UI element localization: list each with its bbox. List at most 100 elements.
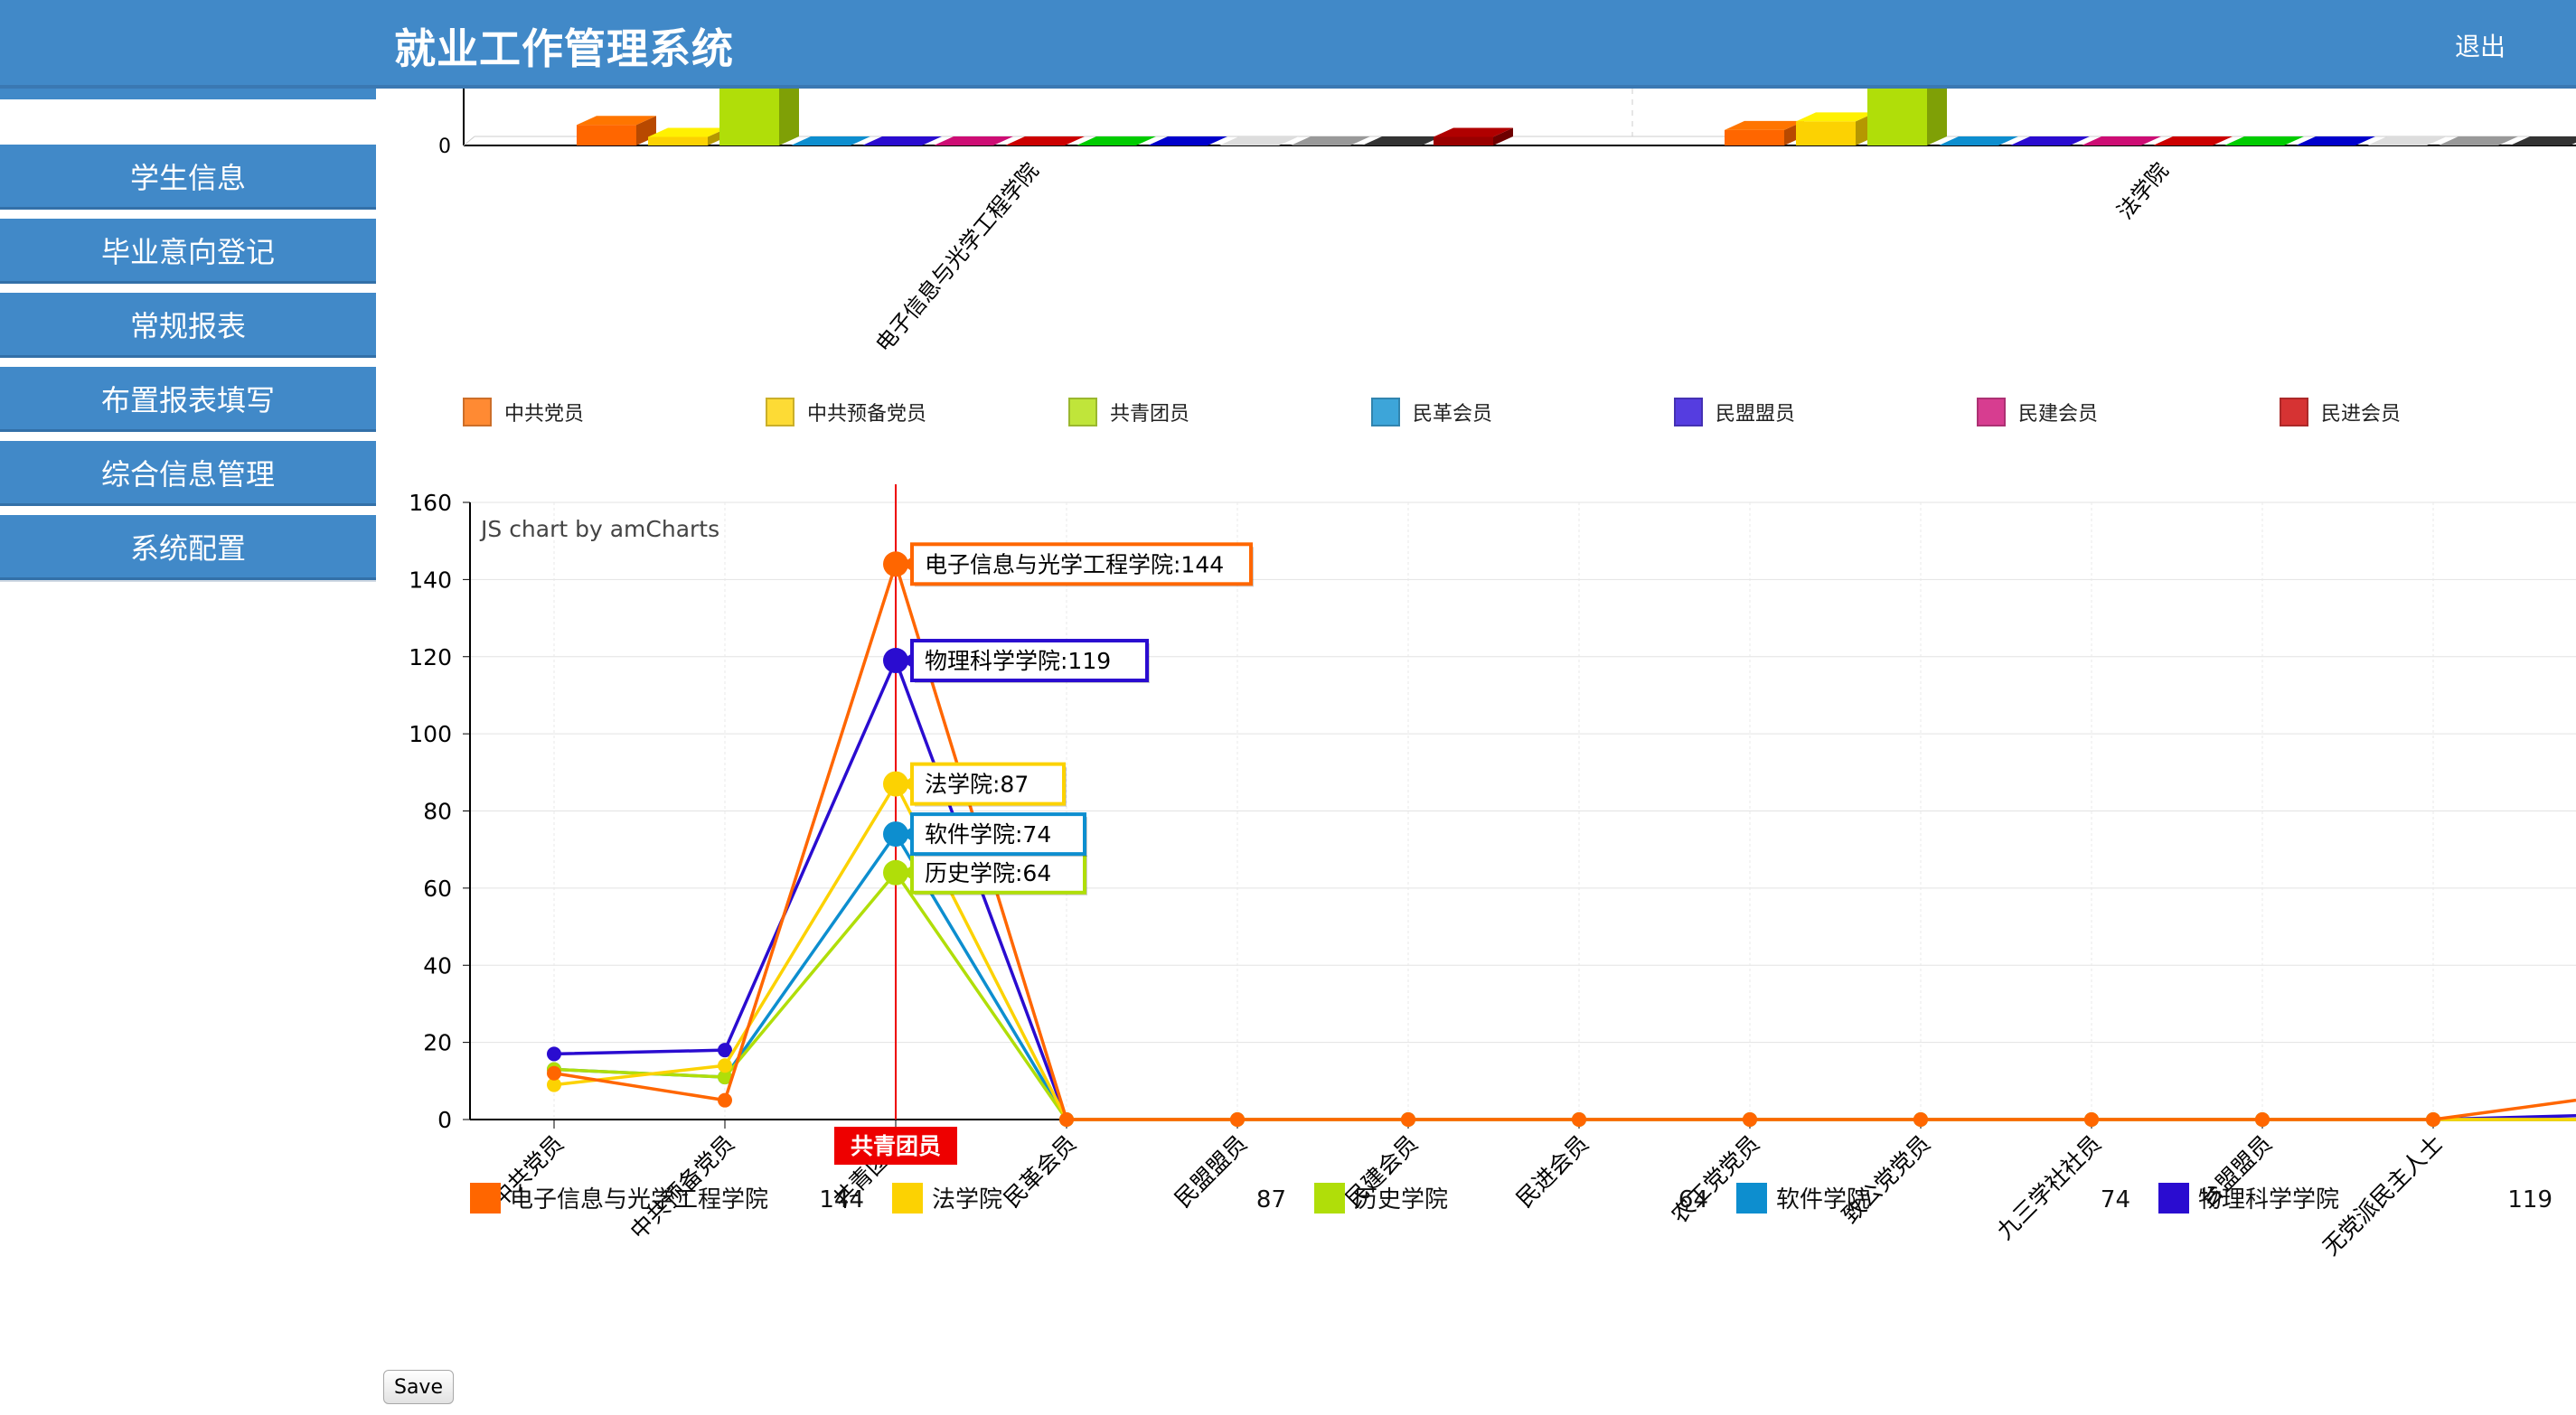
line-x-tick-label: 九三学社社员 — [1992, 1130, 2107, 1245]
line-y-tick-label: 40 — [423, 952, 452, 979]
bar-y-tick-label: 0 — [438, 136, 451, 158]
line-legend-item[interactable]: 法学院 87 — [892, 1183, 1286, 1214]
bar-segment-flat — [862, 136, 942, 145]
line-legend-label: 软件学院 — [1776, 1186, 1870, 1214]
sidebar-item-student-info[interactable]: 学生信息 — [0, 145, 376, 210]
legend-label: 民革会员 — [1413, 403, 1493, 426]
bar-segment-flat — [1291, 136, 1370, 145]
legend-item[interactable]: 共青团员 — [1068, 398, 1189, 426]
bar-segment — [719, 89, 779, 145]
app-title: 就业工作管理系统 — [394, 24, 734, 73]
sidebar-item-label: 布置报表填写 — [100, 382, 275, 417]
line-x-tick-label: 民革会员 — [999, 1130, 1081, 1213]
line-legend-value: 144 — [819, 1186, 864, 1214]
sidebar-divider — [0, 580, 376, 582]
sidebar-item-label: 常规报表 — [129, 308, 246, 343]
series-point — [547, 1065, 561, 1081]
series-point — [1743, 1112, 1757, 1127]
line-y-tick-label: 20 — [423, 1030, 452, 1056]
save-button[interactable]: Save — [383, 1370, 454, 1404]
line-x-tick-label: 农工党党员 — [1666, 1130, 1764, 1229]
bar-segment-side — [779, 89, 799, 145]
legend-item[interactable]: 民建会员 — [1977, 398, 2098, 426]
legend-item[interactable]: 民进会员 — [2280, 398, 2401, 426]
bar-segment-side — [1927, 89, 1947, 145]
bar-segment-flat — [1148, 136, 1227, 145]
bar-segment — [1725, 129, 1784, 145]
sidebar-item-info-management[interactable]: 综合信息管理 — [0, 441, 376, 506]
line-legend-item[interactable]: 软件学院 74 — [1736, 1183, 2130, 1214]
series-point — [1230, 1112, 1245, 1127]
line-legend-value: 87 — [1256, 1186, 1286, 1214]
balloon-text: 法学院:87 — [925, 772, 1029, 798]
bar-segment-flat — [1362, 136, 1442, 145]
bar-chart-legend: 中共党员 中共预备党员 共青团员 民革会员 民盟盟员 民建会员 民进会员 — [380, 396, 2576, 450]
legend-swatch — [463, 398, 492, 426]
bar-category-label: 电子信息与光学工程学院 — [870, 158, 1043, 357]
line-legend-item[interactable]: 历史学院 64 — [1314, 1183, 1708, 1214]
series-point — [1401, 1112, 1415, 1127]
balloon-text: 物理科学学院:119 — [925, 648, 1111, 674]
legend-label: 共青团员 — [1110, 403, 1190, 426]
app-header: 就业工作管理系统 退出 — [0, 0, 2576, 89]
line-legend-label: 历史学院 — [1354, 1186, 1448, 1214]
bar-segment-flat — [1076, 136, 1156, 145]
legend-item[interactable]: 民盟盟员 — [1674, 398, 1795, 426]
sidebar-item-regular-reports[interactable]: 常规报表 — [0, 293, 376, 358]
sidebar-item-assign-reports[interactable]: 布置报表填写 — [0, 367, 376, 432]
bar-category-label: 法学院 — [2112, 158, 2174, 224]
line-legend-label: 物理科学学院 — [2198, 1186, 2339, 1214]
line-legend-swatch — [470, 1183, 501, 1214]
line-x-tick-label: 民进会员 — [1511, 1130, 1594, 1213]
series-point — [718, 1058, 732, 1073]
line-legend-swatch — [2158, 1183, 2189, 1214]
line-x-tick-label: 致公党党员 — [1837, 1130, 1935, 1229]
bar-segment — [1867, 89, 1927, 145]
bar-segment-flat — [2224, 136, 2304, 145]
legend-swatch — [766, 398, 794, 426]
bar-segment-flat — [1939, 136, 2018, 145]
legend-label: 民建会员 — [2018, 403, 2099, 426]
balloon-text: 历史学院:64 — [925, 860, 1051, 886]
line-x-tick-label: 民盟盟员 — [1170, 1130, 1252, 1213]
line-legend-label: 法学院 — [932, 1186, 1002, 1214]
bar-segment-flat — [934, 136, 1013, 145]
legend-item[interactable]: 民革会员 — [1371, 398, 1492, 426]
bar-segment-flat — [791, 136, 870, 145]
series-point — [547, 1046, 561, 1062]
bar-segment-flat — [2510, 136, 2576, 145]
line-y-tick-label: 0 — [437, 1107, 452, 1133]
series-line — [553, 782, 2576, 1121]
series-line — [553, 562, 2576, 1121]
sidebar-item-label: 学生信息 — [129, 160, 246, 195]
bar-chart: 0 电子信息与光学工程学院 法学院 — [438, 89, 2576, 357]
line-y-tick-label: 80 — [423, 799, 452, 825]
bar-segment-flat — [2367, 136, 2447, 145]
bar-segment-flat — [2010, 136, 2090, 145]
sidebar-item-system-config[interactable]: 系统配置 — [0, 515, 376, 580]
bar-chart-container: 0 电子信息与光学工程学院 法学院 中共党员 中共预备党员 共青团员 民革会员 民盟盟员 民建… — [380, 89, 2576, 477]
sidebar: 学生信息 毕业意向登记 常规报表 布置报表填写 综合信息管理 系统配置 — [0, 145, 376, 589]
bar-floor-edge — [463, 136, 475, 146]
sidebar-top-strip — [0, 89, 376, 99]
series-point — [1059, 1112, 1074, 1127]
legend-item[interactable]: 中共预备党员 — [766, 398, 926, 426]
balloon-text: 软件学院:74 — [925, 821, 1051, 848]
line-chart: 0 20 40 60 80 100 120 140 160 JS chart by amChart… — [409, 484, 2576, 1260]
logout-link[interactable]: 退出 — [2455, 27, 2505, 63]
bar-segment — [648, 136, 708, 145]
sidebar-item-graduation-intent[interactable]: 毕业意向登记 — [0, 219, 376, 284]
line-y-tick-label: 140 — [409, 567, 452, 593]
line-y-tick-label: 160 — [409, 490, 452, 516]
line-legend-swatch — [892, 1183, 923, 1214]
series-point — [1572, 1112, 1586, 1127]
legend-label: 中共预备党员 — [807, 403, 927, 426]
legend-swatch — [1977, 398, 2006, 426]
line-y-tick-label: 60 — [423, 876, 452, 902]
line-legend-item[interactable]: 电子信息与光学工程学院 144 — [470, 1183, 864, 1214]
legend-item[interactable]: 中共党员 — [463, 398, 584, 426]
line-y-tick-label: 120 — [409, 644, 452, 670]
line-legend-value: 64 — [1678, 1186, 1708, 1214]
bar-segment-flat — [2296, 136, 2375, 145]
line-legend-label: 电子信息与光学工程学院 — [510, 1186, 768, 1214]
